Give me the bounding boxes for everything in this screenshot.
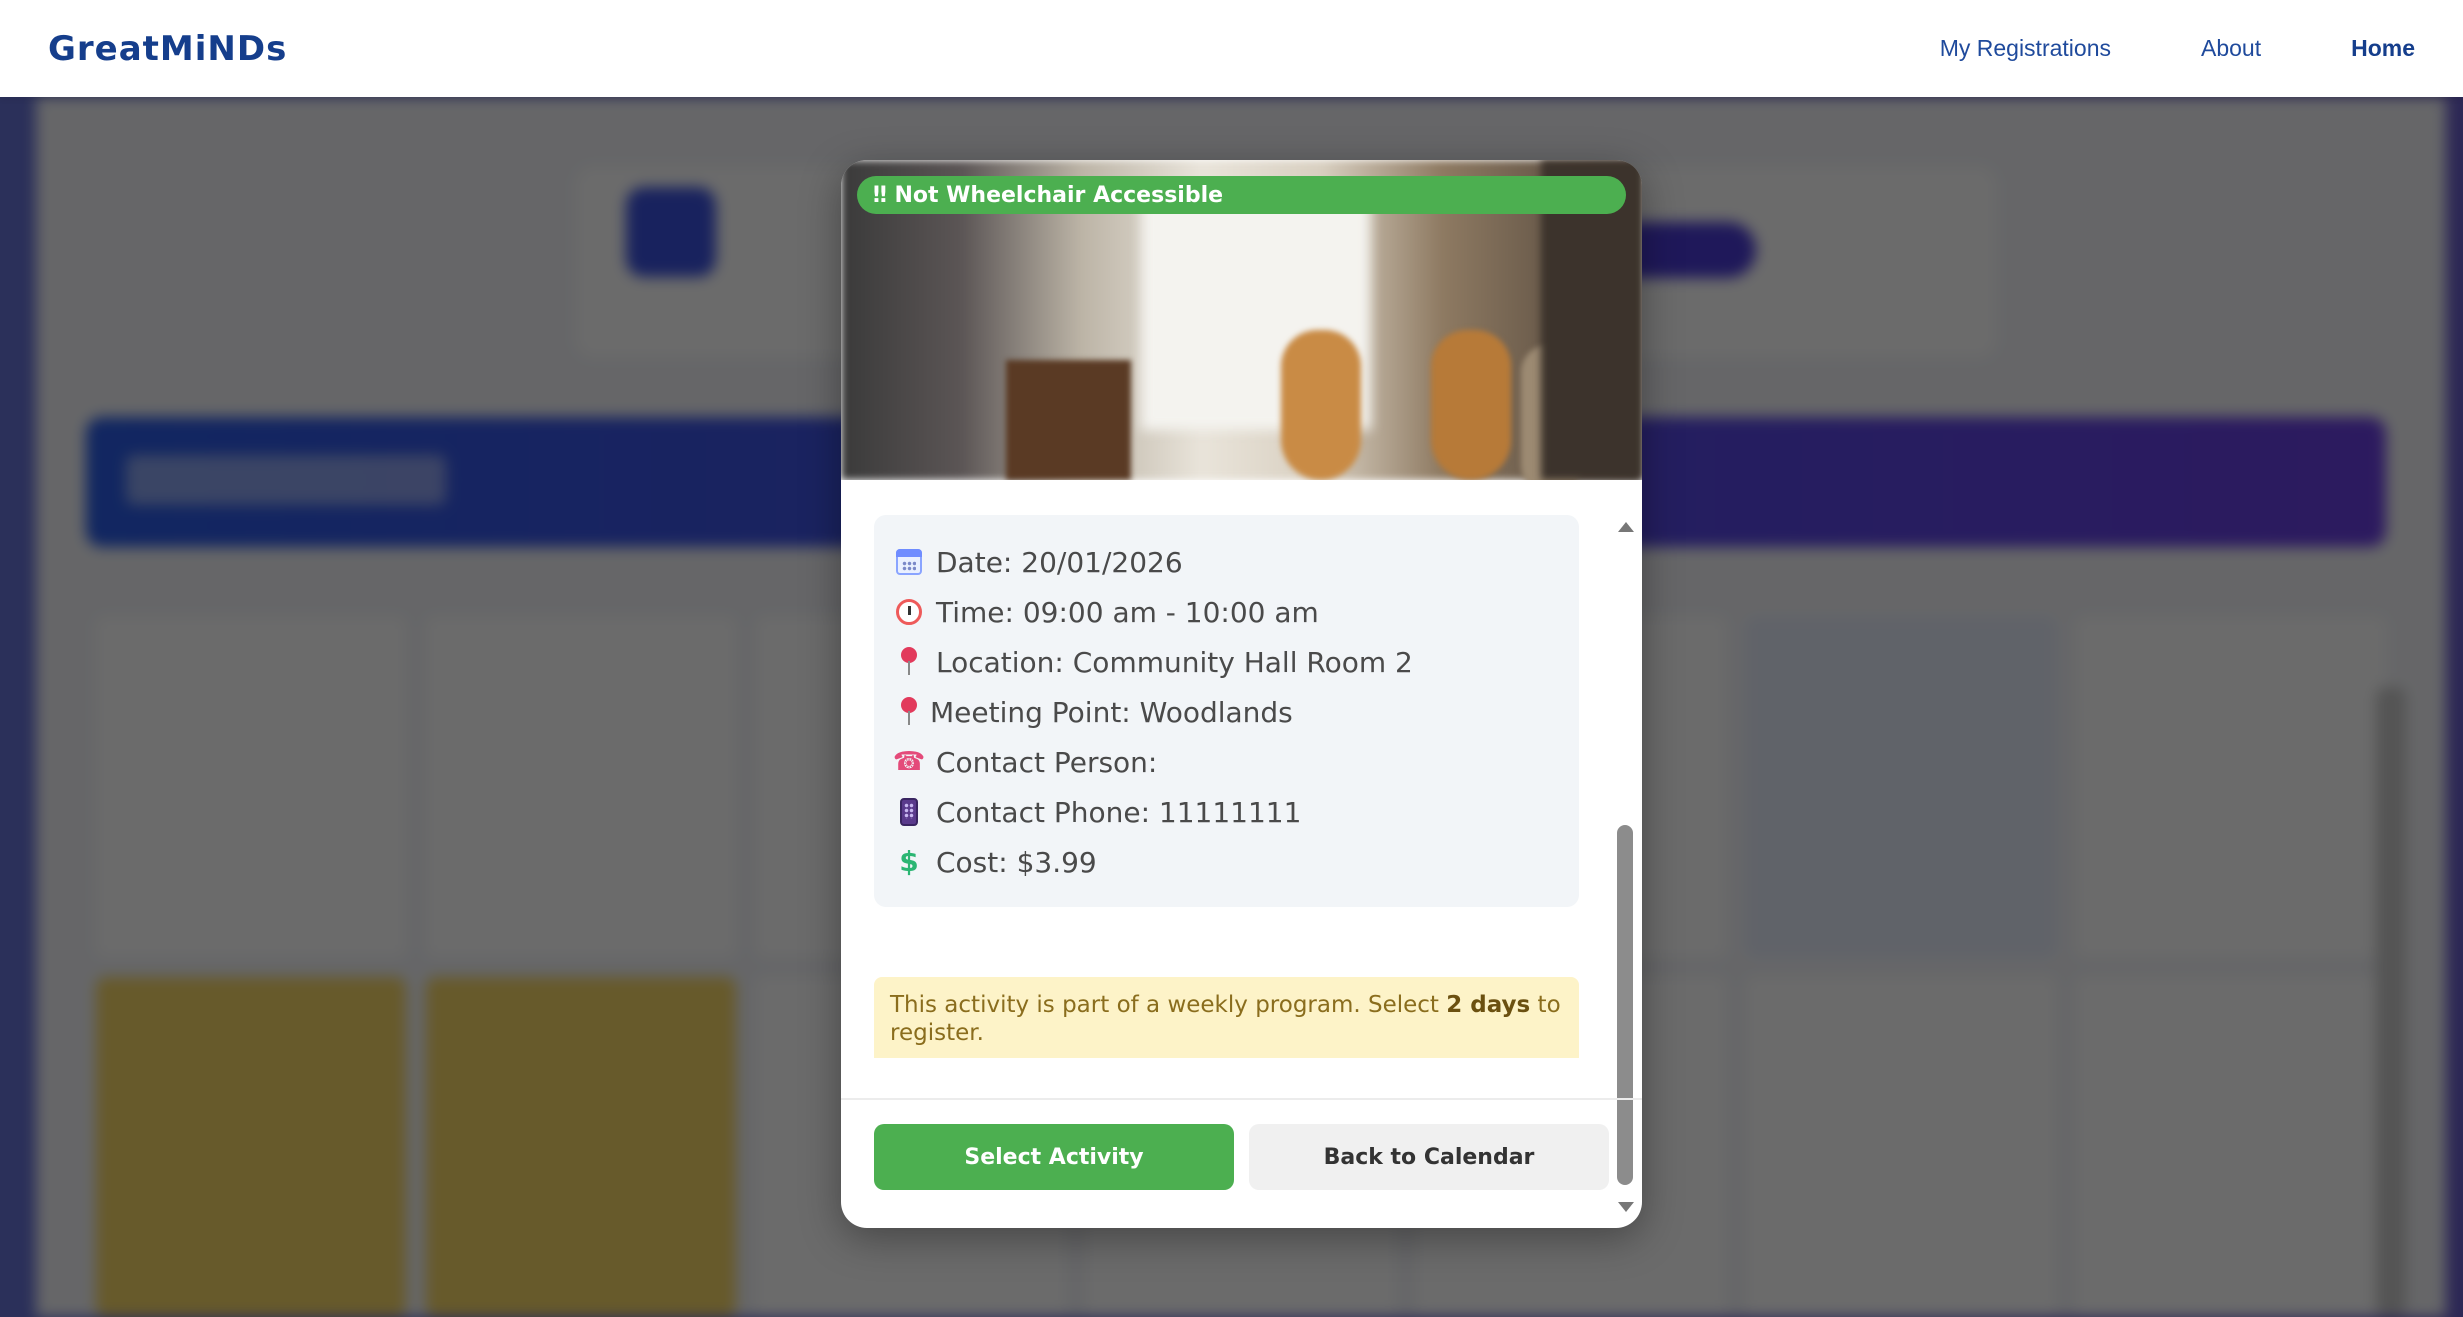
detail-contact-phone: Contact Phone: 11111111 <box>894 787 1559 837</box>
detail-time-text: Time: 09:00 am - 10:00 am <box>936 595 1319 629</box>
activity-image: ‼ Not Wheelchair Accessible <box>841 160 1642 480</box>
modal-footer: Select Activity Back to Calendar <box>841 1098 1642 1228</box>
detail-time: Time: 09:00 am - 10:00 am <box>894 587 1559 637</box>
detail-date: Date: 20/01/2026 <box>894 537 1559 587</box>
top-navbar: GreatMiNDs My Registrations About Home <box>0 0 2463 97</box>
nav-links: My Registrations About Home <box>1940 35 2415 62</box>
detail-contact-phone-text: Contact Phone: 11111111 <box>936 795 1302 829</box>
activity-modal: ‼ Not Wheelchair Accessible Date: 20/01/… <box>841 160 1642 1228</box>
brand-logo[interactable]: GreatMiNDs <box>48 29 287 69</box>
select-activity-button[interactable]: Select Activity <box>874 1124 1234 1190</box>
nav-my-registrations[interactable]: My Registrations <box>1940 35 2111 62</box>
dollar-icon: $ <box>899 845 919 878</box>
calendar-icon <box>894 547 924 577</box>
hero-table <box>1006 360 1131 480</box>
detail-cost-text: Cost: $3.99 <box>936 845 1097 879</box>
notice-days-highlight: 2 days <box>1446 992 1531 1018</box>
detail-contact-person: ☎ Contact Person: <box>892 737 1559 787</box>
detail-cost: $ Cost: $3.99 <box>894 837 1559 887</box>
scroll-up-arrow-icon[interactable] <box>1618 522 1634 532</box>
detail-location-text: Location: Community Hall Room 2 <box>936 645 1413 679</box>
weekly-program-notice: This activity is part of a weekly progra… <box>874 977 1579 1058</box>
nav-home[interactable]: Home <box>2351 35 2415 62</box>
detail-meeting-point-text: Meeting Point: Woodlands <box>930 695 1293 729</box>
nav-about[interactable]: About <box>2201 35 2261 62</box>
detail-meeting-point: Meeting Point: Woodlands <box>894 687 1559 737</box>
back-to-calendar-button[interactable]: Back to Calendar <box>1249 1124 1609 1190</box>
activity-details-card: Date: 20/01/2026 Time: 09:00 am - 10:00 … <box>874 515 1579 907</box>
notice-prefix: This activity is part of a weekly progra… <box>890 992 1447 1018</box>
detail-location: Location: Community Hall Room 2 <box>894 637 1559 687</box>
hero-guitar <box>1281 330 1361 480</box>
accessibility-badge: ‼ Not Wheelchair Accessible <box>857 176 1626 214</box>
pin-icon <box>894 697 924 727</box>
detail-date-text: Date: 20/01/2026 <box>936 545 1183 579</box>
modal-body: Date: 20/01/2026 Time: 09:00 am - 10:00 … <box>841 480 1642 1058</box>
alarm-clock-icon <box>894 597 924 627</box>
mobile-phone-icon <box>894 797 924 827</box>
hero-guitar <box>1431 330 1511 480</box>
pin-icon <box>894 647 924 677</box>
phone-icon: ☎ <box>892 747 926 777</box>
detail-contact-person-text: Contact Person: <box>936 745 1158 779</box>
